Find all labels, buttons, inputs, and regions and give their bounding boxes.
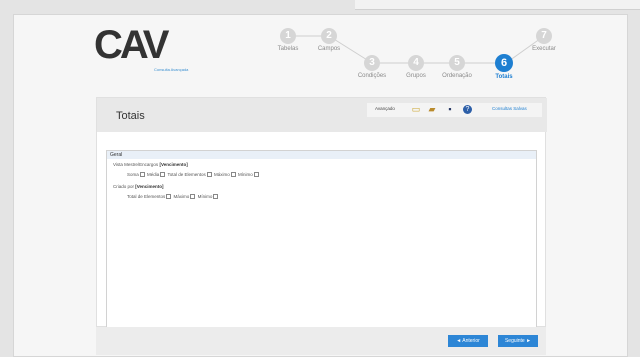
option-label: Máximo (173, 194, 190, 199)
option-label: Soma (127, 172, 139, 177)
open-folder-icon[interactable]: ▰ (427, 104, 437, 114)
option-label: Total de Elementos (167, 172, 206, 177)
panel-footer: ◄ Anterior Seguinte ► (96, 327, 546, 355)
step-number: 5 (449, 55, 465, 71)
wizard-step-grupos[interactable]: 4 Grupos (400, 55, 432, 79)
option-label: Máximo (214, 172, 230, 177)
totals-content: Geral Vista Mestre/Encargos [Vencimento]… (106, 150, 537, 328)
wizard-step-totais[interactable]: 6 Totais (488, 54, 520, 80)
average-checkbox[interactable] (160, 172, 166, 177)
new-document-icon[interactable]: ▭ (411, 104, 421, 114)
step-label: Ordenação (442, 73, 472, 79)
toolbar: Avançado ▭ ▰ ▪ ? Consultas Salvas (367, 103, 542, 117)
field-name: Criado por (113, 184, 135, 189)
page: CAV Consulta Avançada 1 Tabelas 2 Campos… (13, 14, 628, 357)
field-column: [Vencimento] (135, 184, 164, 189)
panel-title: Totais (116, 110, 145, 122)
option-label: Total de Elementos (127, 194, 166, 199)
wizard-step-tabelas[interactable]: 1 Tabelas (272, 28, 304, 52)
wizard-step-condicoes[interactable]: 3 Condições (354, 55, 390, 79)
field-row-label: Vista Mestre/Encargos [Vencimento] (113, 162, 188, 167)
step-label: Tabelas (277, 46, 299, 52)
wizard-connectors (288, 35, 545, 64)
step-label: Campos (317, 46, 341, 52)
totals-panel: Totais Avançado ▭ ▰ ▪ ? Consultas Salvas… (96, 97, 547, 328)
step-number-active: 6 (495, 54, 513, 72)
step-number: 7 (536, 28, 552, 44)
count-checkbox[interactable] (206, 172, 212, 177)
min-checkbox[interactable] (213, 194, 219, 199)
option-label: Mínimo (238, 172, 253, 177)
step-number: 4 (408, 55, 424, 71)
field-column: [Vencimento] (159, 162, 188, 167)
field-row-options: Total de Elementos Máximo Mínimo (127, 194, 219, 199)
step-label: Condições (357, 73, 387, 79)
step-number: 2 (321, 28, 337, 44)
wizard-step-ordenacao[interactable]: 5 Ordenação (438, 55, 476, 79)
count-checkbox[interactable] (166, 194, 172, 199)
step-label: Grupos (406, 73, 426, 79)
step-label: Executar (532, 46, 556, 52)
field-row-label: Criado por [Vencimento] (113, 184, 164, 189)
option-label: Mínimo (197, 194, 213, 199)
wizard-step-campos[interactable]: 2 Campos (313, 28, 345, 52)
step-number: 3 (364, 55, 380, 71)
wizard-step-executar[interactable]: 7 Executar (526, 28, 562, 52)
step-label-active: Totais (495, 74, 513, 80)
next-button[interactable]: Seguinte ► (498, 335, 538, 347)
max-checkbox[interactable] (230, 172, 236, 177)
panel-header: Totais Avançado ▭ ▰ ▪ ? Consultas Salvas (97, 98, 547, 132)
option-label: Média (147, 172, 160, 177)
help-icon[interactable]: ? (463, 105, 472, 114)
top-strip-inner (355, 0, 640, 10)
step-number: 1 (280, 28, 296, 44)
field-row-options: Soma Média Total de Elementos Máximo Mín… (127, 172, 260, 177)
previous-button[interactable]: ◄ Anterior (448, 335, 488, 347)
max-checkbox[interactable] (190, 194, 196, 199)
sum-checkbox[interactable] (139, 172, 145, 177)
top-strip (0, 0, 640, 14)
field-name: Vista Mestre/Encargos (113, 162, 159, 167)
save-icon[interactable]: ▪ (445, 104, 455, 114)
group-header: Geral (107, 151, 536, 159)
saved-queries-link[interactable]: Consultas Salvas (492, 106, 527, 111)
min-checkbox[interactable] (253, 172, 259, 177)
advanced-label[interactable]: Avançado (375, 106, 395, 111)
